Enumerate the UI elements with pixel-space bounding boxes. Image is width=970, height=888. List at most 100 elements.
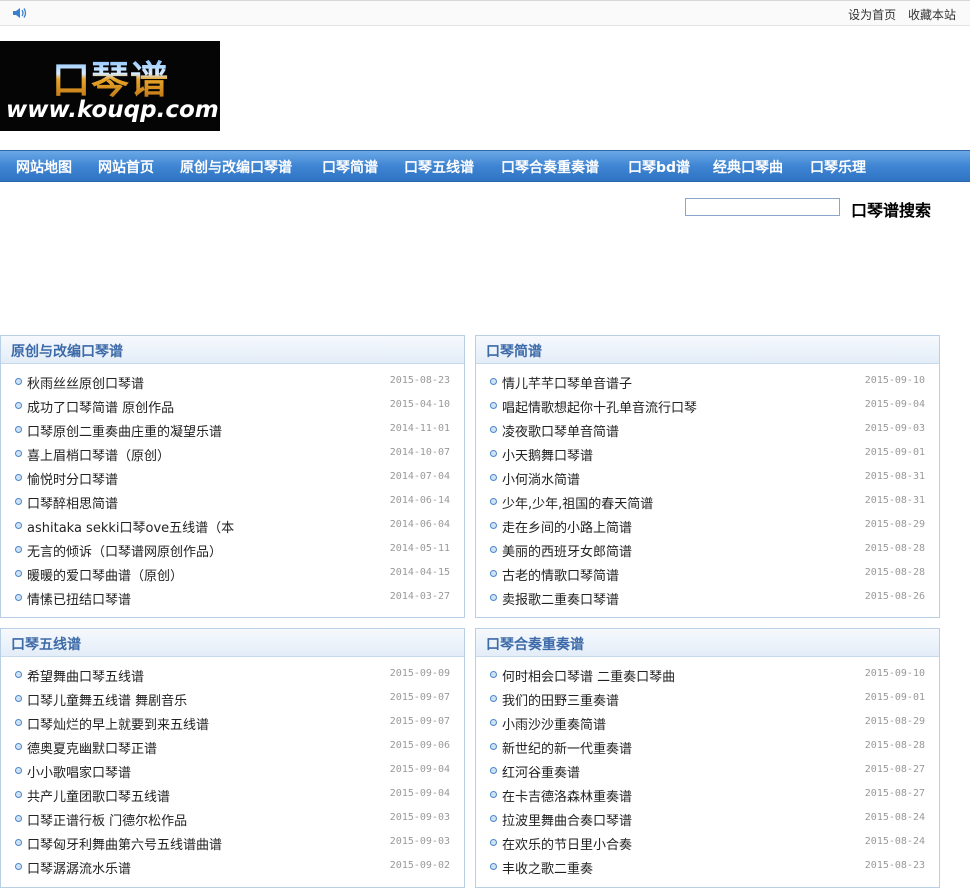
article-date: 2015-08-23: [389, 375, 450, 386]
bullet-icon: [15, 546, 22, 553]
article-date: 2015-08-28: [864, 567, 925, 578]
nav-numbered-notation[interactable]: 口琴简谱: [322, 157, 378, 177]
bullet-icon: [490, 378, 497, 385]
article-link[interactable]: 无言的倾诉（口琴谱网原创作品）: [27, 541, 222, 560]
bullet-icon: [490, 815, 497, 822]
logo-en-text: www.kouqp.com: [6, 97, 219, 123]
list-item: 何时相会口琴谱 二重奏口琴曲 2015-09-10: [476, 665, 939, 689]
article-link[interactable]: 德奥夏克幽默口琴正谱: [27, 738, 157, 757]
nav-music-theory[interactable]: 口琴乐理: [810, 157, 866, 177]
article-link[interactable]: 在卡吉德洛森林重奏谱: [502, 786, 632, 805]
article-date: 2015-08-28: [864, 740, 925, 751]
list-item: 成功了口琴简谱 原创作品 2015-04-10: [1, 396, 464, 420]
article-link[interactable]: 口琴灿烂的早上就要到来五线谱: [27, 714, 209, 733]
panel-title[interactable]: 口琴简谱: [486, 341, 542, 361]
list-item: 新世纪的新一代重奏谱 2015-08-28: [476, 737, 939, 761]
bookmark-site-link[interactable]: 收藏本站: [908, 8, 956, 22]
list-item: 口琴正谱行板 门德尔松作品 2015-09-03: [1, 809, 464, 833]
article-link[interactable]: 凌夜歌口琴单音简谱: [502, 421, 619, 440]
panel-title[interactable]: 口琴合奏重奏谱: [486, 634, 584, 654]
bullet-icon: [15, 743, 22, 750]
list-item: 卖报歌二重奏口琴谱 2015-08-26: [476, 588, 939, 612]
bullet-icon: [490, 839, 497, 846]
article-link[interactable]: 何时相会口琴谱 二重奏口琴曲: [502, 666, 675, 685]
article-date: 2014-04-15: [389, 567, 450, 578]
article-link[interactable]: 秋雨丝丝原创口琴谱: [27, 373, 144, 392]
article-link[interactable]: 情愫已扭结口琴谱: [27, 589, 131, 608]
list-item: 小何淌水简谱 2015-08-31: [476, 468, 939, 492]
article-date: 2015-08-29: [864, 716, 925, 727]
list-item: 小小歌唱家口琴谱 2015-09-04: [1, 761, 464, 785]
nav-staff-notation[interactable]: 口琴五线谱: [404, 157, 474, 177]
main-nav: 网站地图 网站首页 原创与改编口琴谱 口琴简谱 口琴五线谱 口琴合奏重奏谱 口琴…: [0, 150, 970, 182]
article-link[interactable]: 红河谷重奏谱: [502, 762, 580, 781]
article-link[interactable]: 暖暖的爱口琴曲谱（原创）: [27, 565, 183, 584]
site-logo[interactable]: 口琴谱 www.kouqp.com: [0, 41, 220, 131]
article-link[interactable]: 口琴醉相思简谱: [27, 493, 118, 512]
article-link[interactable]: 唱起情歌想起你十孔单音流行口琴: [502, 397, 697, 416]
search-input[interactable]: [685, 198, 840, 216]
article-link[interactable]: 希望舞曲口琴五线谱: [27, 666, 144, 685]
bullet-icon: [15, 863, 22, 870]
nav-original-adapted[interactable]: 原创与改编口琴谱: [180, 157, 292, 177]
article-date: 2015-09-06: [389, 740, 450, 751]
article-date: 2015-09-01: [864, 447, 925, 458]
list-item: 丰收之歌二重奏 2015-08-23: [476, 857, 939, 881]
article-date: 2015-08-31: [864, 495, 925, 506]
list-item: 希望舞曲口琴五线谱 2015-09-09: [1, 665, 464, 689]
article-link[interactable]: 口琴原创二重奏曲庄重的凝望乐谱: [27, 421, 222, 440]
article-link[interactable]: 成功了口琴简谱 原创作品: [27, 397, 174, 416]
set-homepage-link[interactable]: 设为首页: [848, 8, 896, 22]
nav-bd-scores[interactable]: 口琴bd谱: [628, 157, 690, 177]
list-item: 少年,少年,祖国的春天简谱 2015-08-31: [476, 492, 939, 516]
search-button[interactable]: 口琴谱搜索: [851, 197, 931, 221]
article-list: 何时相会口琴谱 二重奏口琴曲 2015-09-10 我们的田野三重奏谱 2015-09…: [476, 665, 939, 881]
list-item: ashitaka sekki口琴ove五线谱（本 2014-06-04: [1, 516, 464, 540]
article-date: 2015-09-07: [389, 716, 450, 727]
article-link[interactable]: 小天鹅舞口琴谱: [502, 445, 593, 464]
article-link[interactable]: 喜上眉梢口琴谱（原创）: [27, 445, 170, 464]
panel-title[interactable]: 口琴五线谱: [11, 634, 81, 654]
article-date: 2015-09-04: [389, 788, 450, 799]
bullet-icon: [490, 594, 497, 601]
article-date: 2015-08-31: [864, 471, 925, 482]
article-link[interactable]: 我们的田野三重奏谱: [502, 690, 619, 709]
article-link[interactable]: 拉波里舞曲合奏口琴谱: [502, 810, 632, 829]
article-link[interactable]: 口琴潺潺流水乐谱: [27, 858, 131, 877]
article-link[interactable]: 小雨沙沙重奏简谱: [502, 714, 606, 733]
article-link[interactable]: 口琴正谱行板 门德尔松作品: [27, 810, 187, 829]
article-link[interactable]: 小何淌水简谱: [502, 469, 580, 488]
bullet-icon: [490, 791, 497, 798]
speaker-icon[interactable]: [12, 6, 28, 20]
bullet-icon: [15, 474, 22, 481]
nav-ensemble[interactable]: 口琴合奏重奏谱: [501, 157, 599, 177]
panel-title[interactable]: 原创与改编口琴谱: [11, 341, 123, 361]
article-date: 2015-09-02: [389, 860, 450, 871]
article-link[interactable]: 在欢乐的节日里小合奏: [502, 834, 632, 853]
article-link[interactable]: 少年,少年,祖国的春天简谱: [502, 493, 653, 512]
list-item: 秋雨丝丝原创口琴谱 2015-08-23: [1, 372, 464, 396]
article-link[interactable]: 美丽的西班牙女郎简谱: [502, 541, 632, 560]
article-link[interactable]: 口琴儿童舞五线谱 舞剧音乐: [27, 690, 187, 709]
list-item: 口琴原创二重奏曲庄重的凝望乐谱 2014-11-01: [1, 420, 464, 444]
nav-classic-songs[interactable]: 经典口琴曲: [713, 157, 783, 177]
nav-home[interactable]: 网站首页: [98, 157, 154, 177]
article-link[interactable]: 丰收之歌二重奏: [502, 858, 593, 877]
article-link[interactable]: 小小歌唱家口琴谱: [27, 762, 131, 781]
article-link[interactable]: 愉悦时分口琴谱: [27, 469, 118, 488]
article-link[interactable]: 卖报歌二重奏口琴谱: [502, 589, 619, 608]
bullet-icon: [15, 671, 22, 678]
article-link[interactable]: 新世纪的新一代重奏谱: [502, 738, 632, 757]
article-date: 2015-08-28: [864, 543, 925, 554]
article-link[interactable]: 共产儿童团歌口琴五线谱: [27, 786, 170, 805]
article-link[interactable]: 口琴匈牙利舞曲第六号五线谱曲谱: [27, 834, 222, 853]
nav-site-map[interactable]: 网站地图: [16, 157, 72, 177]
article-link[interactable]: 走在乡间的小路上简谱: [502, 517, 632, 536]
list-item: 情儿芊芊口琴单音谱子 2015-09-10: [476, 372, 939, 396]
list-item: 口琴潺潺流水乐谱 2015-09-02: [1, 857, 464, 881]
bullet-icon: [15, 498, 22, 505]
article-link[interactable]: ashitaka sekki口琴ove五线谱（本: [27, 517, 234, 536]
article-link[interactable]: 古老的情歌口琴简谱: [502, 565, 619, 584]
list-item: 暖暖的爱口琴曲谱（原创） 2014-04-15: [1, 564, 464, 588]
article-link[interactable]: 情儿芊芊口琴单音谱子: [502, 373, 632, 392]
